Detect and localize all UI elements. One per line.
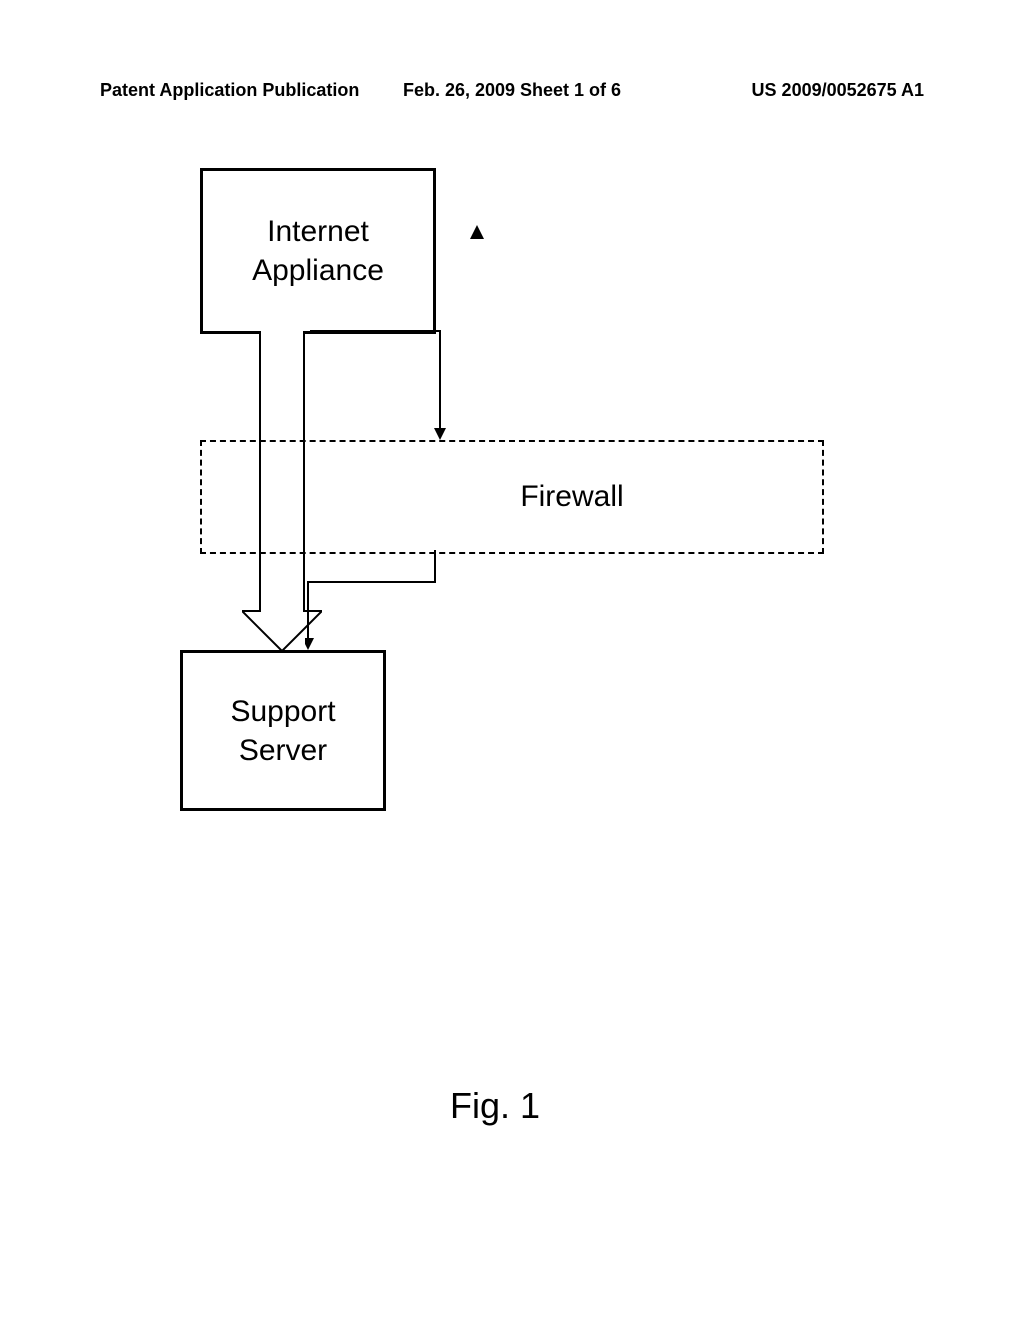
page-header: Patent Application Publication Feb. 26, …	[0, 80, 1024, 101]
internet-appliance-label-line1: Internet	[267, 212, 369, 251]
diagram-container: Internet Appliance Firewall Support Serv…	[0, 140, 1024, 1040]
arrow-to-firewall-icon	[310, 328, 460, 453]
header-patent-number: US 2009/0052675 A1	[649, 80, 924, 101]
header-publication-label: Patent Application Publication	[100, 80, 375, 101]
internet-appliance-box: Internet Appliance	[200, 168, 436, 334]
support-server-box: Support Server	[180, 650, 386, 811]
server-label-line2: Server	[239, 731, 327, 770]
firewall-label: Firewall	[520, 480, 623, 514]
internet-appliance-label-line2: Appliance	[252, 251, 384, 290]
header-date-sheet: Feb. 26, 2009 Sheet 1 of 6	[375, 80, 650, 101]
triangle-marker-icon	[470, 225, 484, 239]
arrow-to-server-icon	[305, 550, 455, 665]
firewall-box: Firewall	[200, 440, 824, 554]
figure-label: Fig. 1	[450, 1085, 540, 1127]
server-label-line1: Support	[230, 692, 335, 731]
